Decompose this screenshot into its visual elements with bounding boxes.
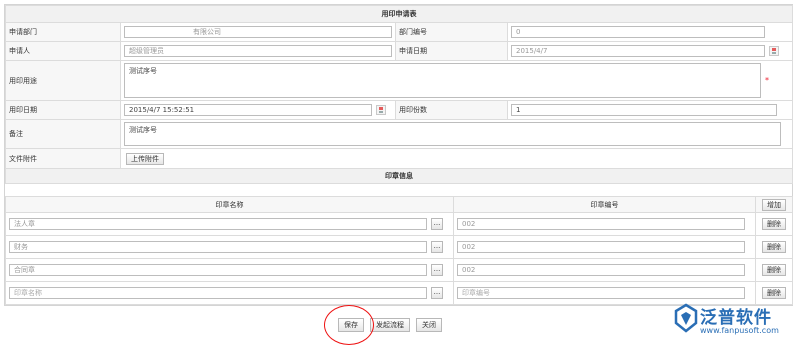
purpose-label: 用印用途 bbox=[5, 60, 121, 101]
seal-section-title: 印章信息 bbox=[5, 168, 793, 184]
remark-label: 备注 bbox=[5, 119, 121, 149]
seal-no-field[interactable]: 002 bbox=[457, 264, 745, 276]
apply-date-label: 申请日期 bbox=[395, 41, 508, 61]
browse-button[interactable]: ... bbox=[431, 264, 443, 276]
seal-row: 法人章... 002 删除 bbox=[5, 212, 793, 236]
remark-textarea[interactable]: 测试序号 bbox=[124, 122, 781, 146]
attach-label: 文件附件 bbox=[5, 148, 121, 169]
apply-date-field[interactable]: 2015/4/7 bbox=[511, 45, 765, 57]
seal-row: 合同章... 002 删除 bbox=[5, 258, 793, 282]
required-mark: * bbox=[765, 76, 769, 85]
brand-url: www.fanpusoft.com bbox=[700, 326, 779, 335]
application-form: 用印申请表 申请部门 有限公司 部门编号 0 申请人 超级管理员 申请日期 20… bbox=[5, 5, 793, 184]
seal-no-field[interactable]: 002 bbox=[457, 241, 745, 253]
seal-name-field[interactable]: 印章名称 bbox=[9, 287, 427, 299]
dept-field[interactable]: 有限公司 bbox=[124, 26, 392, 38]
delete-seal-button[interactable]: 删除 bbox=[762, 264, 786, 276]
start-flow-button[interactable]: 发起流程 bbox=[370, 318, 410, 332]
copies-label: 用印份数 bbox=[395, 100, 508, 120]
seal-no-field[interactable]: 002 bbox=[457, 218, 745, 230]
copies-field[interactable]: 1 bbox=[511, 104, 777, 116]
upload-attachment-button[interactable]: 上传附件 bbox=[126, 152, 164, 165]
applicant-label: 申请人 bbox=[5, 41, 121, 61]
seal-name-header: 印章名称 bbox=[5, 196, 454, 213]
form-title: 用印申请表 bbox=[5, 5, 793, 23]
calendar-icon[interactable] bbox=[376, 105, 386, 115]
use-date-label: 用印日期 bbox=[5, 100, 121, 120]
dept-label: 申请部门 bbox=[5, 22, 121, 42]
browse-button[interactable]: ... bbox=[431, 218, 443, 230]
seal-name-field[interactable]: 合同章 bbox=[9, 264, 427, 276]
purpose-textarea[interactable]: 测试序号 bbox=[124, 63, 761, 98]
seal-name-field[interactable]: 财务 bbox=[9, 241, 427, 253]
brand-name: 泛普软件 bbox=[700, 308, 772, 328]
dept-no-label: 部门编号 bbox=[395, 22, 508, 42]
browse-button[interactable]: ... bbox=[431, 241, 443, 253]
delete-seal-button[interactable]: 删除 bbox=[762, 218, 786, 230]
seal-row: 财务... 002 删除 bbox=[5, 235, 793, 259]
delete-seal-button[interactable]: 删除 bbox=[762, 241, 786, 253]
brand-mark-icon bbox=[674, 303, 698, 333]
dept-no-field[interactable]: 0 bbox=[511, 26, 765, 38]
use-date-field[interactable]: 2015/4/7 15:52:51 bbox=[124, 104, 372, 116]
seal-name-field[interactable]: 法人章 bbox=[9, 218, 427, 230]
close-button[interactable]: 关闭 bbox=[416, 318, 442, 332]
brand-logo: 泛普软件 www.fanpusoft.com bbox=[670, 297, 798, 347]
browse-button[interactable]: ... bbox=[431, 287, 443, 299]
applicant-field[interactable]: 超级管理员 bbox=[124, 45, 392, 57]
seal-table: 印章名称 印章编号 增加 法人章... 002 删除 财务... 002 删除 … bbox=[5, 196, 793, 305]
calendar-icon[interactable] bbox=[769, 46, 779, 56]
seal-no-header: 印章编号 bbox=[453, 196, 756, 213]
add-seal-button[interactable]: 增加 bbox=[762, 198, 786, 211]
highlight-circle bbox=[324, 305, 374, 345]
